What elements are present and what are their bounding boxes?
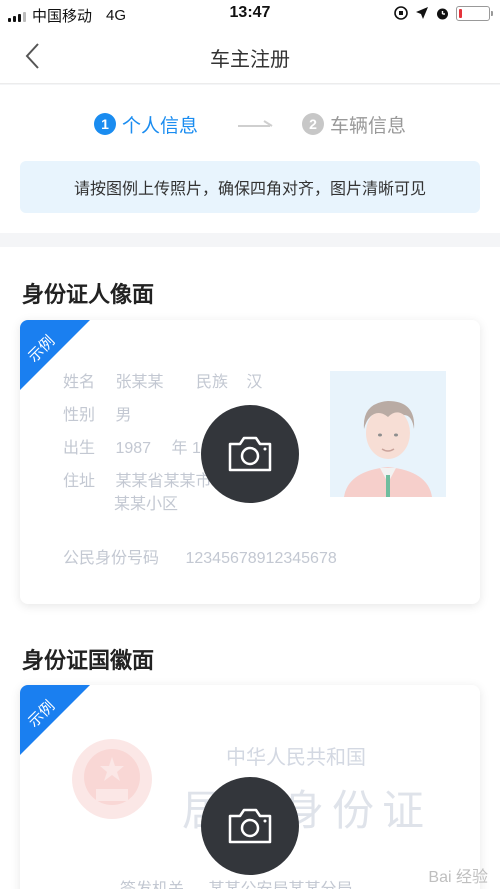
id-back-upload-card[interactable]: 示例 中华人民共和国 居民身份证 签发机关 某某公安局某某分局 — [20, 685, 480, 889]
idnum-value: 12345678912345678 — [185, 550, 337, 567]
camera-icon — [228, 808, 272, 844]
gender-row: 性别 男 — [63, 401, 131, 425]
location-icon — [416, 7, 428, 19]
id-front-upload-card[interactable]: 示例 姓名 张某某 民族 汉 性别 男 出生 1987 年 12 住址 某某省某… — [20, 320, 480, 604]
upload-back-button[interactable] — [201, 777, 299, 875]
step-label: 车辆信息 — [330, 115, 407, 137]
national-emblem-icon — [72, 739, 152, 819]
birth-year: 1987 — [115, 440, 152, 457]
gender-value: 男 — [115, 407, 132, 424]
battery-icon — [456, 5, 493, 21]
ethnic-label: 民族 — [195, 374, 228, 391]
alarm-icon — [437, 8, 448, 19]
id-back-section: 身份证国徽面 示例 中华人民共和国 居民身份证 签发机关 某某公安局某某分局 — [0, 635, 500, 889]
step-label: 个人信息 — [121, 115, 198, 137]
portrait-photo — [330, 371, 446, 497]
name-label: 姓名 — [63, 374, 96, 391]
status-right — [393, 5, 493, 21]
authority-row: 签发机关 某某公安局某某分局 — [120, 875, 352, 889]
step-personal-info: 1 个人信息 — [93, 111, 198, 138]
birth-row: 出生 1987 年 12 — [63, 434, 210, 458]
birth-label: 出生 — [63, 440, 96, 457]
idnum-label: 公民身份号码 — [63, 550, 160, 567]
step-number: 2 — [302, 113, 324, 135]
address-label: 住址 — [63, 473, 96, 490]
header-area: 1 个人信息 2 车辆信息 请按图例上传照片，确保四角对齐，图片清晰可见 — [0, 85, 500, 233]
watermark-logo: Bai 经验 — [428, 869, 488, 886]
name-value: 张某某 — [115, 374, 164, 391]
section-title: 身份证国徽面 — [22, 648, 155, 673]
authority-label: 签发机关 — [120, 881, 184, 889]
status-bar: 中国移动 4G 13:47 — [0, 0, 500, 28]
address-row: 住址 某某省某某市 — [63, 467, 211, 491]
gender-label: 性别 — [63, 407, 96, 424]
ethnic-value: 汉 — [246, 374, 263, 391]
idnum-row: 公民身份号码 12345678912345678 — [63, 544, 337, 568]
id-front-section: 身份证人像面 示例 姓名 张某某 民族 汉 性别 男 出生 1987 年 12 … — [0, 247, 500, 635]
navigation-bar: 车主注册 — [0, 28, 500, 84]
step-indicator: 1 个人信息 2 车辆信息 — [0, 109, 500, 139]
name-row: 姓名 张某某 民族 汉 — [63, 368, 262, 392]
section-title: 身份证人像面 — [22, 282, 155, 307]
step-vehicle-info: 2 车辆信息 — [302, 111, 406, 138]
address-line2: 某某小区 — [114, 496, 179, 513]
arrow-right-icon — [238, 120, 273, 127]
orientation-lock-icon — [394, 6, 408, 20]
camera-icon — [228, 436, 272, 472]
country-name: 中华人民共和国 — [226, 747, 366, 769]
authority-value: 某某公安局某某分局 — [208, 881, 352, 889]
step-number: 1 — [93, 113, 116, 135]
upload-notice: 请按图例上传照片，确保四角对齐，图片清晰可见 — [20, 161, 480, 213]
upload-front-button[interactable] — [201, 405, 299, 503]
page-title: 车主注册 — [210, 49, 290, 71]
address-line1: 某某省某某市 — [115, 473, 212, 490]
